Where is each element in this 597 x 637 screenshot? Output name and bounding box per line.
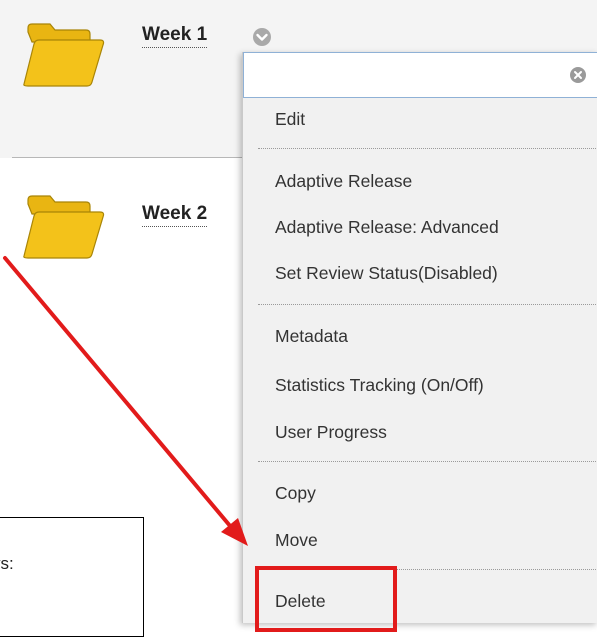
arrow-icon: [3, 256, 248, 546]
